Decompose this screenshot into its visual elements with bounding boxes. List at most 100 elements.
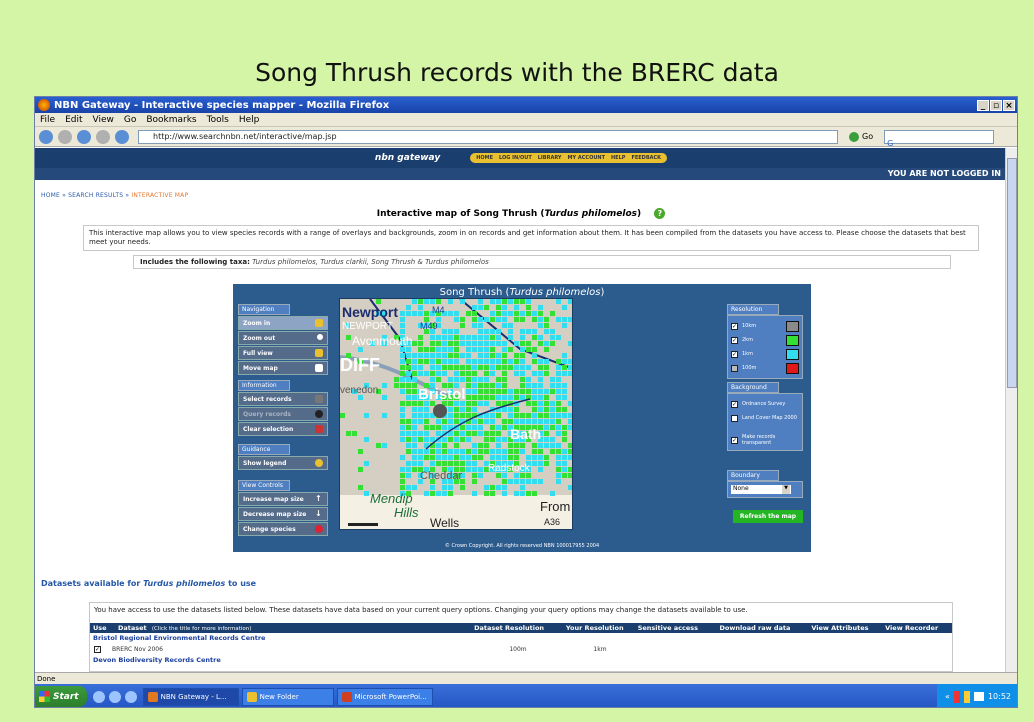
record-cell xyxy=(436,359,441,364)
record-cell xyxy=(502,455,507,460)
use-checkbox[interactable]: ✓ xyxy=(94,645,101,653)
background-checkbox[interactable] xyxy=(731,414,738,422)
record-cell xyxy=(400,311,405,316)
zoom-out-button[interactable]: Zoom out xyxy=(238,331,328,345)
menu-view[interactable]: View xyxy=(93,115,114,125)
site-brand[interactable]: nbn gateway xyxy=(375,153,440,163)
record-cell xyxy=(556,425,561,430)
address-bar[interactable]: http://www.searchnbn.net/interactive/map… xyxy=(138,129,838,144)
place-cheddar: Cheddar xyxy=(420,470,463,482)
search-input[interactable]: G xyxy=(884,129,995,148)
forward-icon[interactable] xyxy=(58,129,72,144)
record-cell xyxy=(514,407,519,412)
tray-icon[interactable] xyxy=(973,692,984,701)
record-cell xyxy=(460,461,465,466)
info-icon xyxy=(315,410,323,418)
resolution-checkbox[interactable]: ✓ xyxy=(731,350,738,358)
zoom-in-button[interactable]: Zoom in xyxy=(238,316,328,330)
record-cell xyxy=(412,365,417,370)
close-button[interactable]: × xyxy=(1003,99,1015,111)
move-map-button[interactable]: Move map xyxy=(238,361,328,375)
decrease-map-size-button[interactable]: Decrease map size ↓ xyxy=(238,507,328,521)
record-cell xyxy=(430,353,435,358)
record-cell xyxy=(520,365,525,370)
zoom-out-label: Zoom out xyxy=(243,335,276,342)
menu-go[interactable]: Go xyxy=(124,115,136,125)
full-view-button[interactable]: Full view xyxy=(238,346,328,360)
home-icon[interactable] xyxy=(115,129,129,144)
col-recorder[interactable]: View Recorder xyxy=(882,624,952,632)
go-button[interactable]: Go xyxy=(849,131,873,142)
record-cell xyxy=(352,431,357,436)
reload-icon[interactable] xyxy=(77,129,91,144)
nav-home[interactable]: HOME xyxy=(474,155,495,161)
restore-button[interactable]: ▫ xyxy=(990,99,1002,111)
transparent-checkbox[interactable]: ✓ xyxy=(731,436,738,444)
task-nbn-gateway[interactable]: NBN Gateway - L... xyxy=(142,687,239,706)
scrollbar-thumb[interactable] xyxy=(1007,158,1017,388)
start-button[interactable]: Start xyxy=(35,686,87,707)
record-cell xyxy=(562,353,567,358)
minimize-button[interactable]: _ xyxy=(977,99,989,111)
menu-help[interactable]: Help xyxy=(239,115,260,125)
help-icon[interactable]: ? xyxy=(654,208,666,219)
record-cell xyxy=(442,437,447,442)
clear-selection-button[interactable]: Clear selection xyxy=(238,422,328,436)
menu-bookmarks[interactable]: Bookmarks xyxy=(146,115,196,125)
place-m49: M49 xyxy=(420,321,438,331)
tray-icon[interactable] xyxy=(963,690,970,703)
show-legend-button[interactable]: Show legend xyxy=(238,456,328,470)
task-powerpoint[interactable]: Microsoft PowerPoi... xyxy=(336,687,433,706)
query-records-button[interactable]: Query records xyxy=(238,407,328,421)
record-cell xyxy=(538,305,543,310)
resolution-checkbox[interactable]: ✓ xyxy=(731,322,738,330)
record-cell xyxy=(454,365,459,370)
record-cell xyxy=(520,353,525,358)
col-sensitive-access[interactable]: Sensitive access xyxy=(635,624,717,632)
resolution-checkbox[interactable] xyxy=(731,364,738,372)
nav-help[interactable]: HELP xyxy=(609,155,627,161)
record-cell xyxy=(436,443,441,448)
back-icon[interactable] xyxy=(39,129,53,144)
record-cell xyxy=(484,485,489,490)
menu-file[interactable]: File xyxy=(40,115,55,125)
breadcrumb-home[interactable]: HOME xyxy=(41,192,60,199)
stop-icon[interactable] xyxy=(96,129,110,144)
record-cell xyxy=(508,395,513,400)
provider-name[interactable]: Bristol Regional Environmental Records C… xyxy=(90,633,952,643)
tray-expand-icon[interactable]: « xyxy=(945,692,950,701)
boundary-select[interactable]: None ▼ xyxy=(731,485,791,494)
background-lcm-label: Land Cover Map 2000 xyxy=(742,415,797,421)
resolution-checkbox[interactable]: ✓ xyxy=(731,336,738,344)
vertical-scrollbar[interactable] xyxy=(1005,148,1017,672)
dataset-cell[interactable]: BRERC Nov 2006 xyxy=(112,646,472,653)
col-attributes[interactable]: View Attributes xyxy=(808,624,882,632)
quicklaunch-icon[interactable] xyxy=(92,690,105,703)
map-canvas[interactable]: Newport NEWPORT M4 M49 Avonmouth DIFF ve… xyxy=(340,299,573,530)
quicklaunch-icon[interactable] xyxy=(108,690,121,703)
nav-account[interactable]: MY ACCOUNT xyxy=(566,155,607,161)
col-download[interactable]: Download raw data xyxy=(717,624,809,632)
col-your-resolution[interactable]: Your Resolution xyxy=(563,624,635,632)
record-cell xyxy=(556,377,561,382)
nav-feedback[interactable]: FEEDBACK xyxy=(629,155,663,161)
menu-tools[interactable]: Tools xyxy=(207,115,229,125)
col-dataset-resolution[interactable]: Dataset Resolution xyxy=(471,624,563,632)
quicklaunch-icon[interactable] xyxy=(124,690,137,703)
background-checkbox[interactable]: ✓ xyxy=(731,400,738,408)
nav-login[interactable]: LOG IN/OUT xyxy=(497,155,534,161)
provider-name[interactable]: Devon Biodiversity Records Centre xyxy=(90,655,952,665)
task-new-folder[interactable]: New Folder xyxy=(241,687,334,706)
refresh-map-button[interactable]: Refresh the map xyxy=(733,510,803,523)
menu-edit[interactable]: Edit xyxy=(65,115,82,125)
record-cell xyxy=(508,407,513,412)
tray-icon[interactable] xyxy=(953,690,960,703)
increase-map-size-button[interactable]: Increase map size ↑ xyxy=(238,492,328,506)
species-map[interactable]: Newport NEWPORT M4 M49 Avonmouth DIFF ve… xyxy=(339,298,573,530)
change-species-button[interactable]: Change species xyxy=(238,522,328,536)
nav-library[interactable]: LIBRARY xyxy=(536,155,564,161)
taxa-box: Includes the following taxa: Turdus phil… xyxy=(133,255,951,269)
select-records-button[interactable]: Select records xyxy=(238,392,328,406)
record-cell xyxy=(412,431,417,436)
breadcrumb-results[interactable]: SEARCH RESULTS xyxy=(68,192,123,199)
